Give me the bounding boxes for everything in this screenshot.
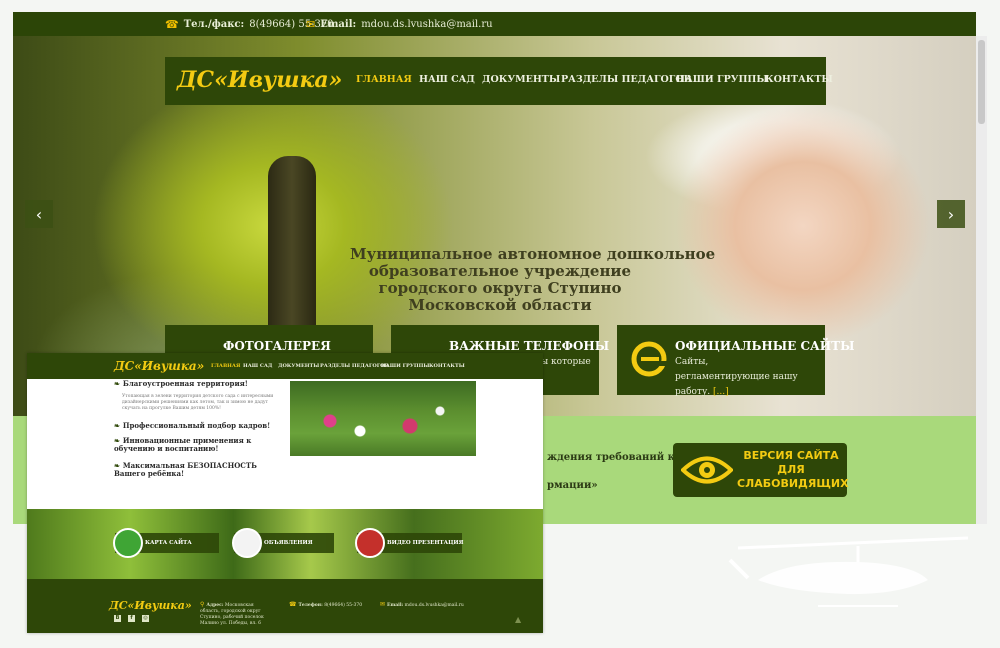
chevron-left-icon: ‹ (35, 204, 43, 224)
inset-nav-documents[interactable]: ДОКУМЕНТЫ (278, 363, 319, 369)
low-vision-version-button[interactable]: ВЕРСИЯ САЙТА ДЛЯ СЛАБОВИДЯЩИХ (673, 443, 849, 497)
card-title: ФОТОГАЛЕРЕЯ (223, 339, 331, 353)
read-more-link[interactable]: [...] (713, 387, 729, 397)
envelope-icon: ✉ (306, 18, 316, 31)
inset-links-banner: КАРТА САЙТА ОБЪЯВЛЕНИЯ ВИДЕО ПРЕЗЕНТАЦИЯ (27, 509, 543, 579)
sitemap-link[interactable]: КАРТА САЙТА (113, 528, 219, 558)
feature-description: Утопающая в зелени территория детского с… (122, 394, 274, 411)
tree-illustration (268, 156, 316, 336)
hero-line: городского округа Ступино (378, 279, 622, 297)
email-label: Email: (320, 19, 357, 30)
nav-teacher-sections[interactable]: РАЗДЕЛЫ ПЕДАГОГОВ (561, 74, 692, 85)
footer-email: ✉ Email: mdou.ds.lvushka@mail.ru (380, 601, 464, 609)
footer-logo[interactable]: ДС«Ивушка» (109, 599, 192, 612)
facebook-icon[interactable]: f (128, 615, 135, 622)
nav-documents[interactable]: ДОКУМЕНТЫ (482, 74, 560, 85)
footer-phone: ☎ Телефон: 8(49664) 55-370 (289, 601, 363, 609)
card-title: ОФИЦИАЛЬНЫЕ САЙТЫ (675, 339, 855, 353)
inset-nav-contacts[interactable]: КОНТАКТЫ (429, 363, 465, 369)
hero-line: образовательное учреждение (368, 262, 632, 280)
band-text-line: рмации» (547, 480, 598, 491)
slider-next-arrow[interactable]: › (937, 200, 965, 228)
feature-item: ❧ Инновационные применения к обучению и в… (114, 436, 252, 453)
hero-line: Муниципальное автономное дошкольное (350, 245, 716, 263)
low-vision-label: ВЕРСИЯ САЙТА ДЛЯ СЛАБОВИДЯЩИХ (737, 449, 849, 490)
phone-icon: ☎ (165, 18, 179, 31)
eye-icon (681, 456, 733, 484)
nav-our-groups[interactable]: НАШИ ГРУППЫ (676, 74, 768, 85)
nav-contacts[interactable]: КОНТАКТЫ (765, 74, 833, 85)
site-logo[interactable]: ДС«Ивушка» (177, 67, 342, 93)
phone-icon: ☎ (289, 601, 297, 608)
inset-nav-our-garden[interactable]: НАШ САД (243, 363, 272, 369)
map-pin-icon: ⚲ (200, 601, 205, 608)
helicopter-watermark (728, 536, 969, 607)
top-contact-bar: ☎ Тел./факс: 8(49664) 55-370 ✉ Email: md… (13, 12, 976, 36)
inset-page-preview: ДС«Ивушка» ГЛАВНАЯ НАШ САД ДОКУМЕНТЫ РАЗ… (27, 353, 543, 633)
chevron-right-icon: › (947, 204, 955, 224)
card-official-sites[interactable]: ОФИЦИАЛЬНЫЕ САЙТЫ Сайты, регламентирующи… (617, 325, 855, 397)
band-text-line: ждения требований к (547, 452, 675, 463)
inset-nav-teacher-sections[interactable]: РАЗДЕЛЫ ПЕДАГОГОВ (320, 363, 389, 369)
instagram-icon[interactable]: ◎ (142, 615, 149, 622)
inset-nav-our-groups[interactable]: НАШИ ГРУППЫ (381, 363, 429, 369)
inset-footer: ДС«Ивушка» В f ◎ ⚲ Адрес: Московская обла… (27, 579, 543, 633)
scroll-to-top-icon[interactable]: ▲ (515, 615, 521, 624)
inset-nav-home[interactable]: ГЛАВНАЯ (211, 363, 240, 369)
footer-address: ⚲ Адрес: Московская область, городской ок… (200, 601, 264, 627)
email-contact: ✉ Email: mdou.ds.lvushka@mail.ru (306, 18, 493, 31)
hero-caption: Муниципальное автономное дошкольное обра… (350, 245, 716, 314)
scrollbar-thumb[interactable] (978, 40, 985, 124)
announcements-link[interactable]: ОБЪЯВЛЕНИЯ (232, 528, 334, 558)
video-presentation-link[interactable]: ВИДЕО ПРЕЗЕНТАЦИЯ (355, 528, 463, 558)
internet-explorer-icon (631, 341, 667, 377)
card-text: ы которые (541, 357, 591, 367)
bullet-icon: ❧ (114, 421, 120, 430)
sitemap-icon (113, 528, 143, 558)
inset-logo[interactable]: ДС«Ивушка» (114, 359, 204, 373)
hero-line: Московской области (408, 296, 592, 314)
nav-home[interactable]: ГЛАВНАЯ (356, 74, 412, 85)
main-navbar: ДС«Ивушка» ГЛАВНАЯ НАШ САД ДОКУМЕНТЫ РАЗ… (165, 57, 833, 105)
nav-our-garden[interactable]: НАШ САД (419, 74, 475, 85)
vk-icon[interactable]: В (114, 615, 121, 622)
bullet-icon: ❧ (114, 379, 120, 388)
email-value[interactable]: mdou.ds.lvushka@mail.ru (361, 19, 492, 30)
feature-item: ❧ Максимальная БЕЗОПАСНОСТЬ Вашего ребёнк… (114, 461, 257, 478)
inset-navbar: ДС«Ивушка» ГЛАВНАЯ НАШ САД ДОКУМЕНТЫ РАЗ… (27, 353, 543, 379)
garden-photo (290, 381, 476, 456)
youtube-icon (355, 528, 385, 558)
card-title: ВАЖНЫЕ ТЕЛЕФОНЫ (449, 339, 610, 353)
feature-item: ❧ Благоустроенная территория! (114, 379, 248, 388)
slider-prev-arrow[interactable]: ‹ (25, 200, 53, 228)
megaphone-icon (232, 528, 262, 558)
feature-item: ❧ Профессиональный подбор кадров! (114, 421, 271, 430)
phone-label: Тел./факс: (183, 19, 245, 30)
card-text: Сайты, регламентирующие нашу работу. [..… (675, 357, 798, 397)
page-scrollbar[interactable] (976, 36, 987, 524)
envelope-icon: ✉ (380, 601, 386, 608)
